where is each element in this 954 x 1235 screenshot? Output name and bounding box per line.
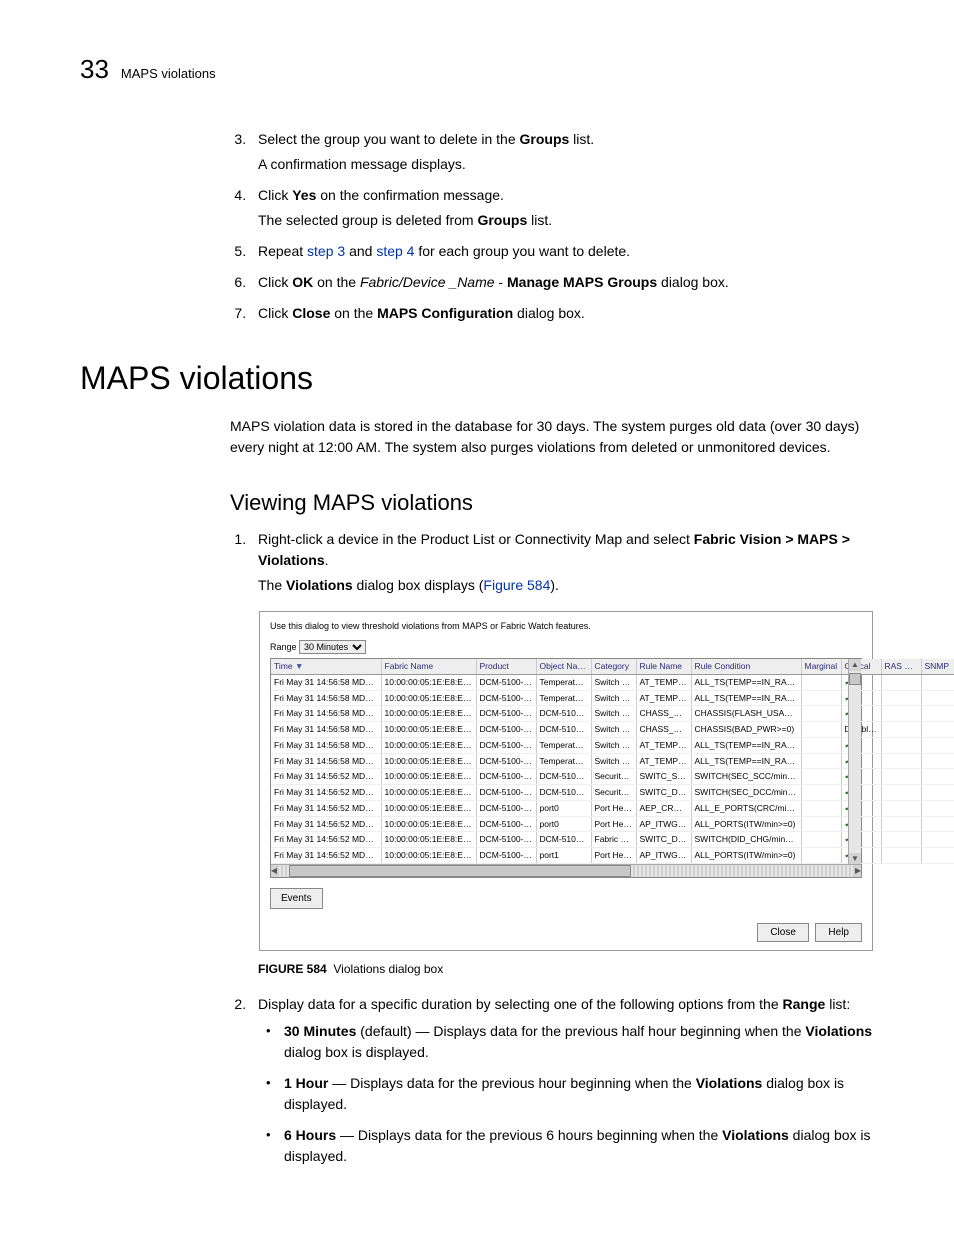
range-option-bullet: 6 Hours — Displays data for the previous… — [284, 1125, 874, 1167]
column-header[interactable]: Critical — [841, 659, 881, 674]
dialog-hint: Use this dialog to view threshold violat… — [270, 620, 862, 634]
column-header[interactable]: Rule Name — [636, 659, 691, 674]
subsection-title: Viewing MAPS violations — [230, 486, 874, 519]
scroll-up-icon[interactable]: ▲ — [849, 659, 861, 671]
figure-caption: FIGURE 584 Violations dialog box — [258, 960, 874, 978]
column-header[interactable]: Marginal — [801, 659, 841, 674]
column-header[interactable]: Time ▼ — [271, 659, 381, 674]
range-select[interactable]: 30 Minutes — [299, 640, 366, 654]
column-header[interactable]: Category — [591, 659, 636, 674]
step-item: Click Yes on the confirmation message.Th… — [250, 185, 874, 231]
violations-table-wrap: Time ▼Fabric NameProductObject NameCateg… — [270, 658, 862, 878]
column-header[interactable]: Rule Condition — [691, 659, 801, 674]
page-number: 33 — [80, 50, 109, 89]
violations-dialog: Use this dialog to view threshold violat… — [259, 611, 873, 951]
cross-reference-link[interactable]: Figure 584 — [483, 577, 550, 593]
column-header[interactable]: RAS Log — [881, 659, 921, 674]
sort-desc-icon: ▼ — [293, 661, 304, 671]
hscroll-thumb[interactable] — [289, 865, 631, 877]
events-button[interactable]: Events — [270, 888, 323, 909]
step-item: Select the group you want to delete in t… — [250, 129, 874, 175]
step-b-1: Right-click a device in the Product List… — [250, 529, 874, 978]
range-label: Range — [270, 642, 297, 652]
cross-reference-link[interactable]: step 4 — [376, 243, 414, 259]
cross-reference-link[interactable]: step 3 — [307, 243, 345, 259]
vertical-scrollbar[interactable]: ▲ ▼ — [848, 659, 861, 865]
range-option-bullet: 30 Minutes (default) — Displays data for… — [284, 1021, 874, 1063]
section-title: MAPS violations — [80, 354, 874, 402]
column-header[interactable]: Object Name — [536, 659, 591, 674]
steps-block-a: Select the group you want to delete in t… — [230, 129, 874, 324]
scroll-right-icon[interactable]: ▶ — [855, 865, 861, 877]
column-header[interactable]: Product — [476, 659, 536, 674]
step-item: Click OK on the Fabric/Device _Name - Ma… — [250, 272, 874, 293]
help-button[interactable]: Help — [815, 923, 862, 942]
vscroll-thumb[interactable] — [849, 673, 861, 685]
page-header: 33 MAPS violations — [80, 50, 874, 89]
step-b-2: Display data for a specific duration by … — [250, 994, 874, 1167]
column-header[interactable]: Fabric Name — [381, 659, 476, 674]
horizontal-scrollbar[interactable]: ◀ ▶ — [271, 864, 861, 877]
step-item: Repeat step 3 and step 4 for each group … — [250, 241, 874, 262]
column-header[interactable]: SNMP — [921, 659, 954, 674]
section-intro: MAPS violation data is stored in the dat… — [230, 416, 874, 458]
violations-dialog-figure: Use this dialog to view threshold violat… — [258, 610, 874, 952]
step-item: Click Close on the MAPS Configuration di… — [250, 303, 874, 324]
close-button[interactable]: Close — [757, 923, 809, 942]
header-title: MAPS violations — [121, 64, 216, 84]
range-option-bullet: 1 Hour — Displays data for the previous … — [284, 1073, 874, 1115]
